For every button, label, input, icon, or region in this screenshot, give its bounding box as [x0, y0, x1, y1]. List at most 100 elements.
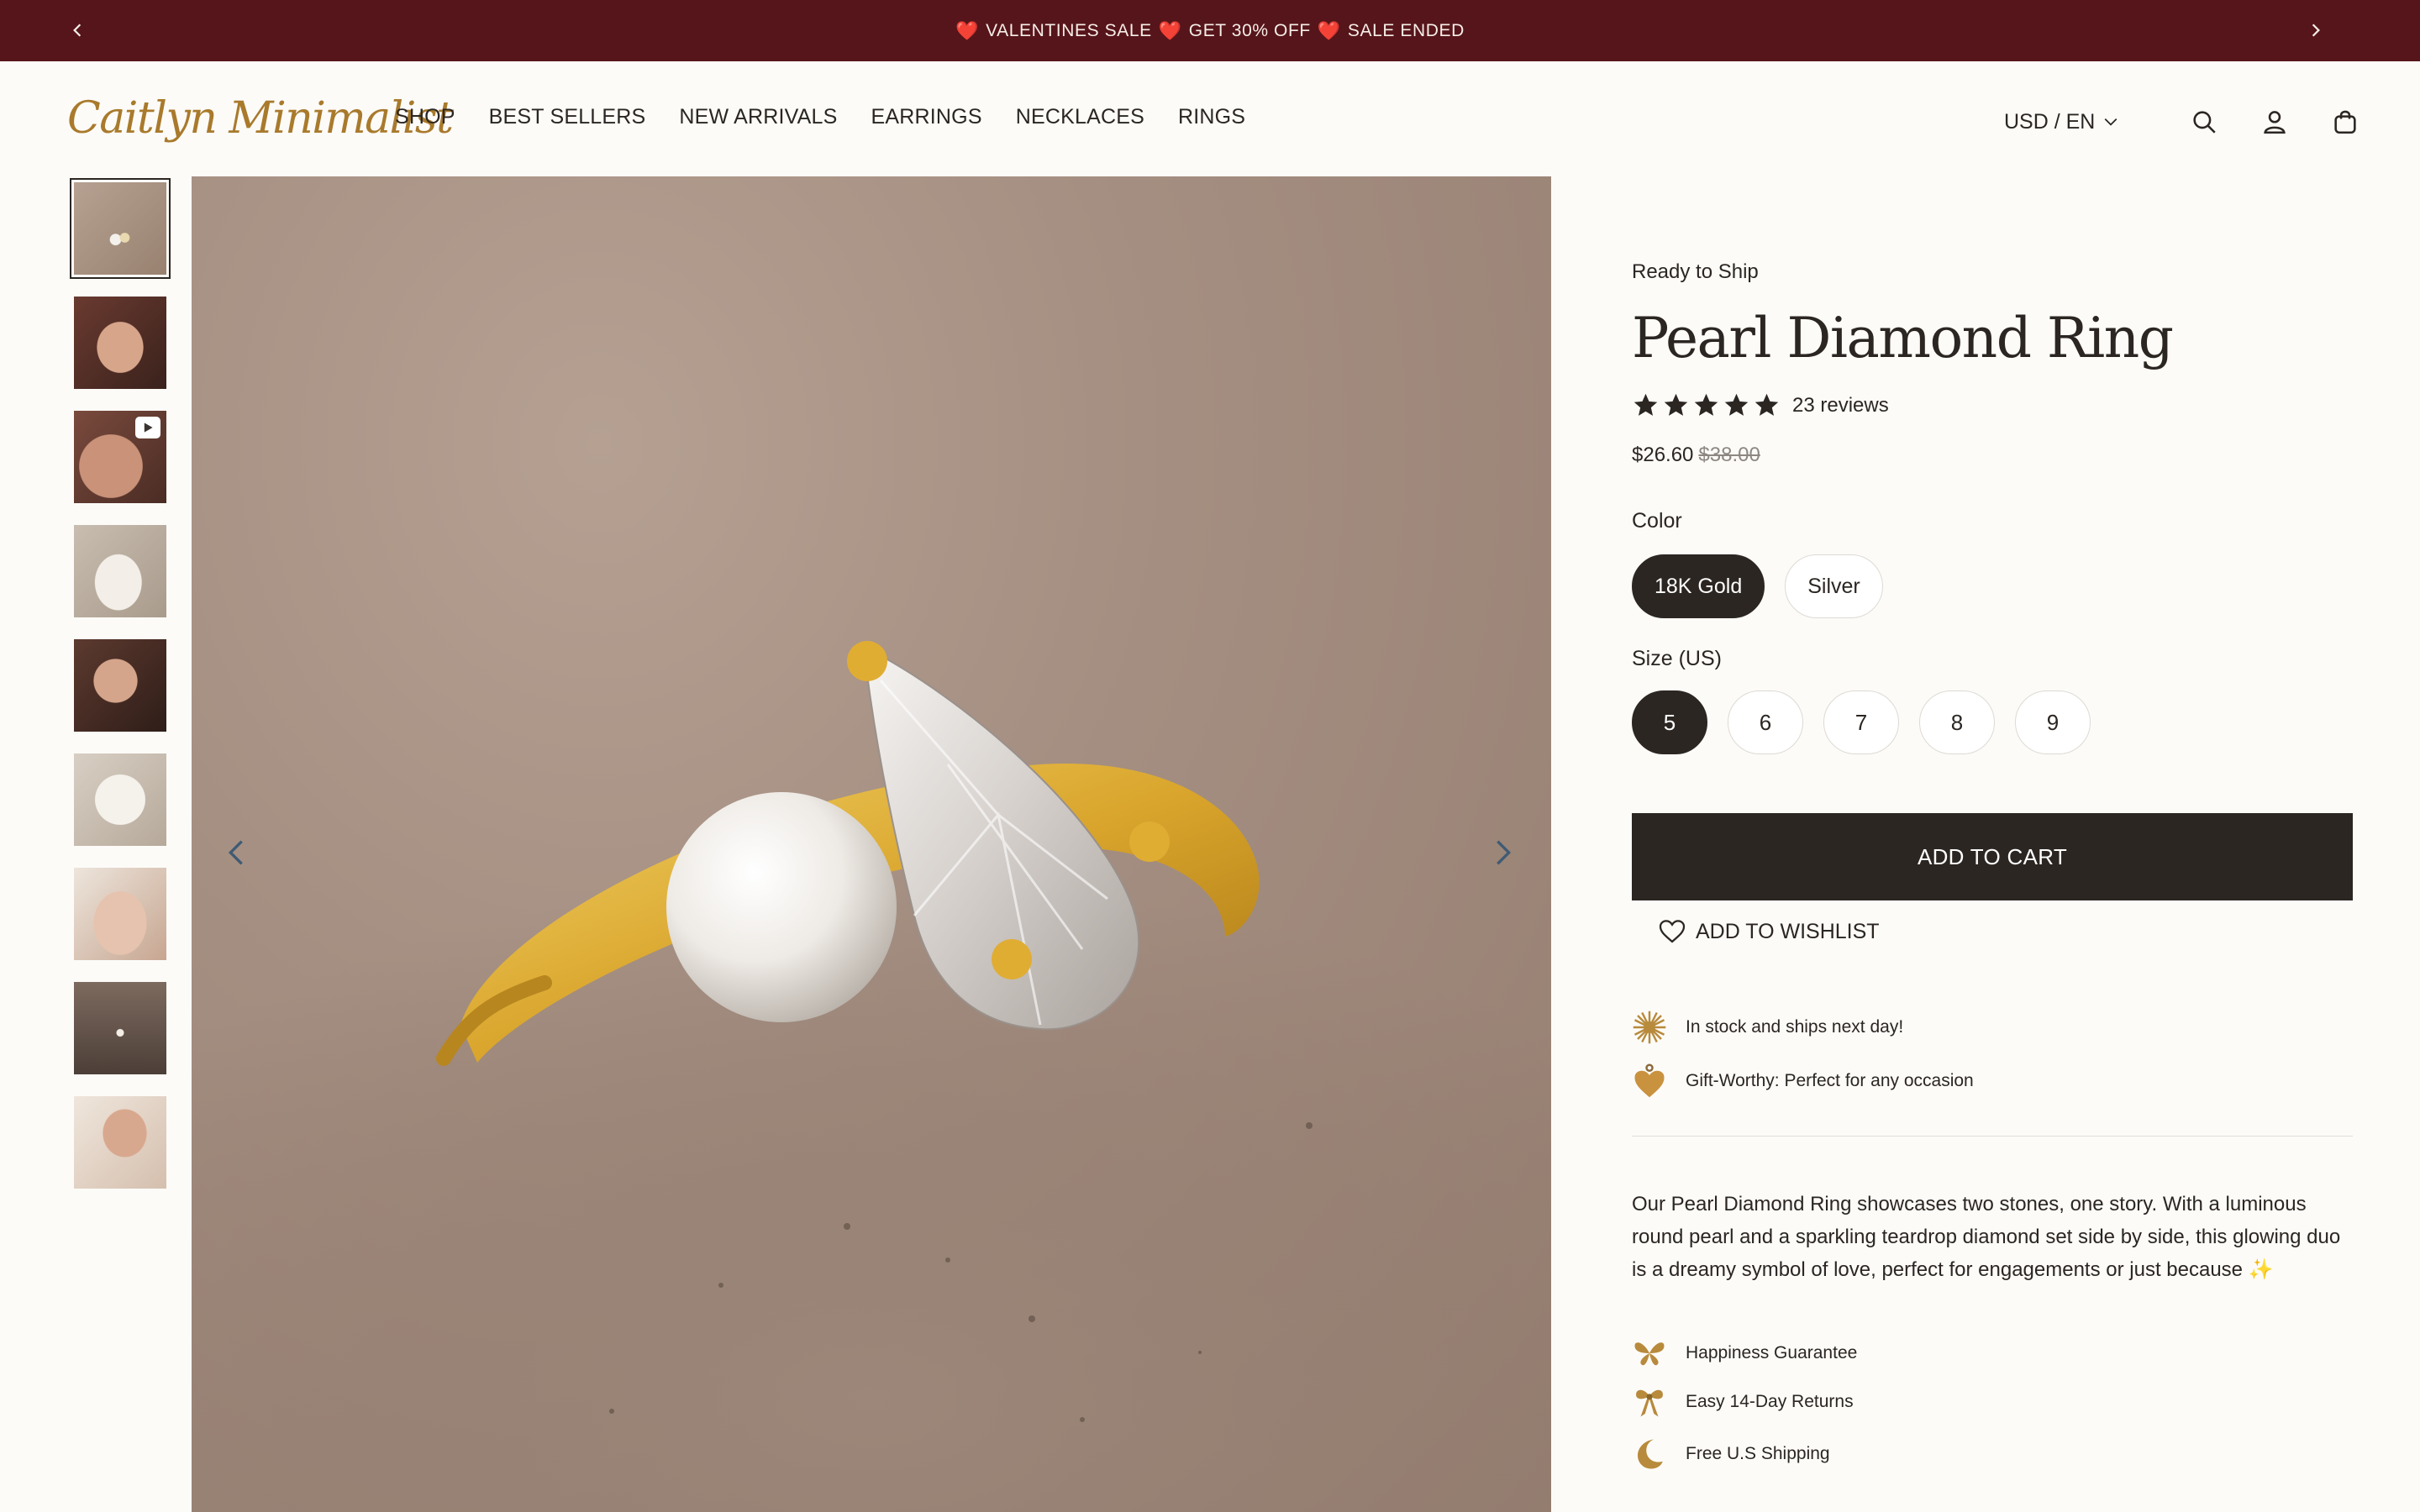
- thumbnail-image: [74, 753, 166, 846]
- size-option-5[interactable]: 5: [1632, 690, 1707, 754]
- thumbnail-gallery: [70, 178, 176, 1206]
- product-title: Pearl Diamond Ring: [1632, 306, 2174, 370]
- thumbnail-image: [74, 982, 166, 1074]
- size-label: Size (US): [1632, 647, 1722, 670]
- nav-rings[interactable]: RINGS: [1178, 105, 1245, 129]
- main-product-image: [192, 176, 1551, 1512]
- perk-label: Gift-Worthy: Perfect for any occasion: [1686, 1071, 1974, 1090]
- sale-price: $26.60: [1632, 444, 1694, 466]
- color-option-18k-gold[interactable]: 18K Gold: [1632, 554, 1765, 618]
- divider: [1632, 1136, 2353, 1137]
- thumbnail-5[interactable]: [70, 635, 171, 736]
- chevron-left-icon: [228, 840, 243, 865]
- original-price: $38.00: [1698, 444, 1760, 466]
- wishlist-label: ADD TO WISHLIST: [1696, 919, 1880, 943]
- account-button[interactable]: [2256, 103, 2293, 140]
- main-nav: SHOP BEST SELLERS NEW ARRIVALS EARRINGS …: [395, 105, 1245, 129]
- description-text: Our Pearl Diamond Ring showcases two sto…: [1632, 1193, 2341, 1281]
- guarantee-happiness: Happiness Guarantee: [1632, 1336, 1857, 1371]
- cart-button[interactable]: [2327, 103, 2364, 140]
- perk-gift-worthy: Gift-Worthy: Perfect for any occasion: [1632, 1063, 1974, 1099]
- ring-photo: [192, 641, 1551, 1512]
- sun-icon: [1633, 1011, 1666, 1044]
- announcement-sale: VALENTINES SALE: [986, 20, 1152, 40]
- star-icon: [1634, 393, 1658, 416]
- product-description: Our Pearl Diamond Ring showcases two sto…: [1632, 1188, 2353, 1286]
- thumbnail-7[interactable]: [70, 864, 171, 964]
- star-icon: [1724, 393, 1749, 416]
- announcement-text: ❤️ VALENTINES SALE ❤️ GET 30% OFF ❤️ SAL…: [955, 21, 1465, 41]
- announcement-bar: ❤️ VALENTINES SALE ❤️ GET 30% OFF ❤️ SAL…: [0, 0, 2420, 61]
- announcement-prev-button[interactable]: [60, 13, 94, 47]
- perk-in-stock: In stock and ships next day!: [1632, 1010, 1903, 1045]
- chevron-right-icon: [1497, 840, 1512, 865]
- bow-icon: [1636, 1389, 1663, 1417]
- butterfly-icon: [1634, 1342, 1665, 1366]
- guarantee-label: Happiness Guarantee: [1686, 1343, 1858, 1362]
- star-icon: [1754, 393, 1779, 416]
- chevron-left-icon: [73, 24, 82, 37]
- currency-selector[interactable]: USD / EN: [2004, 110, 2118, 134]
- heart-outline-icon: [1659, 920, 1686, 943]
- nav-earrings[interactable]: EARRINGS: [871, 105, 982, 129]
- announcement-offer: GET 30% OFF: [1188, 20, 1311, 40]
- perk-label: In stock and ships next day!: [1686, 1017, 1904, 1037]
- guarantee-label: Free U.S Shipping: [1686, 1444, 1830, 1463]
- thumbnail-image: [74, 182, 166, 275]
- star-icon: [1694, 393, 1718, 416]
- guarantee-label: Easy 14-Day Returns: [1686, 1392, 1854, 1411]
- rating-summary: 23 reviews: [1632, 391, 1889, 419]
- thumbnail-image: [74, 525, 166, 617]
- nav-best-sellers[interactable]: BEST SELLERS: [489, 105, 646, 129]
- announcement-status: SALE ENDED: [1347, 20, 1465, 40]
- thumbnail-image: [74, 868, 166, 960]
- size-option-7[interactable]: 7: [1823, 690, 1899, 754]
- nav-new-arrivals[interactable]: NEW ARRIVALS: [679, 105, 837, 129]
- thumbnail-6[interactable]: [70, 749, 171, 850]
- sparkle-icon: ✨: [2248, 1258, 2274, 1281]
- availability-label: Ready to Ship: [1632, 260, 1759, 283]
- color-option-silver[interactable]: Silver: [1785, 554, 1883, 618]
- heart-icon: ❤️: [1317, 19, 1341, 41]
- thumbnail-9[interactable]: [70, 1092, 171, 1193]
- thumbnail-2[interactable]: [70, 292, 171, 393]
- thumbnail-8[interactable]: [70, 978, 171, 1079]
- play-icon: [144, 423, 153, 433]
- chevron-right-icon: [2312, 24, 2320, 37]
- thumbnail-image: [74, 1096, 166, 1189]
- add-to-cart-button[interactable]: ADD TO CART: [1632, 813, 2353, 900]
- add-to-wishlist-button[interactable]: ADD TO WISHLIST: [1659, 919, 1880, 944]
- image-prev-button[interactable]: [215, 823, 257, 882]
- chevron-down-icon: [2104, 118, 2118, 126]
- thumbnail-3[interactable]: [70, 407, 171, 507]
- size-option-8[interactable]: 8: [1919, 690, 1995, 754]
- user-icon: [2264, 111, 2286, 134]
- size-option-6[interactable]: 6: [1728, 690, 1803, 754]
- announcement-next-button[interactable]: [2299, 13, 2333, 47]
- size-options: 5 6 7 8 9: [1632, 690, 2091, 754]
- image-next-button[interactable]: [1482, 823, 1524, 882]
- heart-icon: ❤️: [1158, 19, 1182, 41]
- thumbnail-image: [74, 639, 166, 732]
- color-options: 18K Gold Silver: [1632, 554, 1883, 618]
- guarantee-returns: Easy 14-Day Returns: [1632, 1384, 1854, 1420]
- site-header: Caitlyn Minimalist SHOP BEST SELLERS NEW…: [0, 61, 2420, 176]
- moon-icon: [1638, 1439, 1663, 1469]
- header-actions: USD / EN: [2004, 98, 2364, 145]
- currency-label: USD / EN: [2004, 109, 2096, 134]
- star-rating: [1632, 391, 1781, 419]
- reviews-link[interactable]: 23 reviews: [1792, 394, 1889, 417]
- thumbnail-image: [74, 297, 166, 389]
- size-option-9[interactable]: 9: [2015, 690, 2091, 754]
- thumbnail-4[interactable]: [70, 521, 171, 622]
- video-badge: [135, 417, 160, 438]
- heart-icon: ❤️: [955, 19, 980, 41]
- heart-locket-icon: [1634, 1063, 1665, 1098]
- price-block: $26.60 $38.00: [1632, 444, 1760, 467]
- star-icon: [1664, 393, 1688, 416]
- thumbnail-1[interactable]: [70, 178, 171, 279]
- nav-necklaces[interactable]: NECKLACES: [1016, 105, 1144, 129]
- search-button[interactable]: [2186, 103, 2223, 140]
- nav-shop[interactable]: SHOP: [395, 105, 455, 129]
- guarantee-shipping: Free U.S Shipping: [1632, 1436, 1830, 1472]
